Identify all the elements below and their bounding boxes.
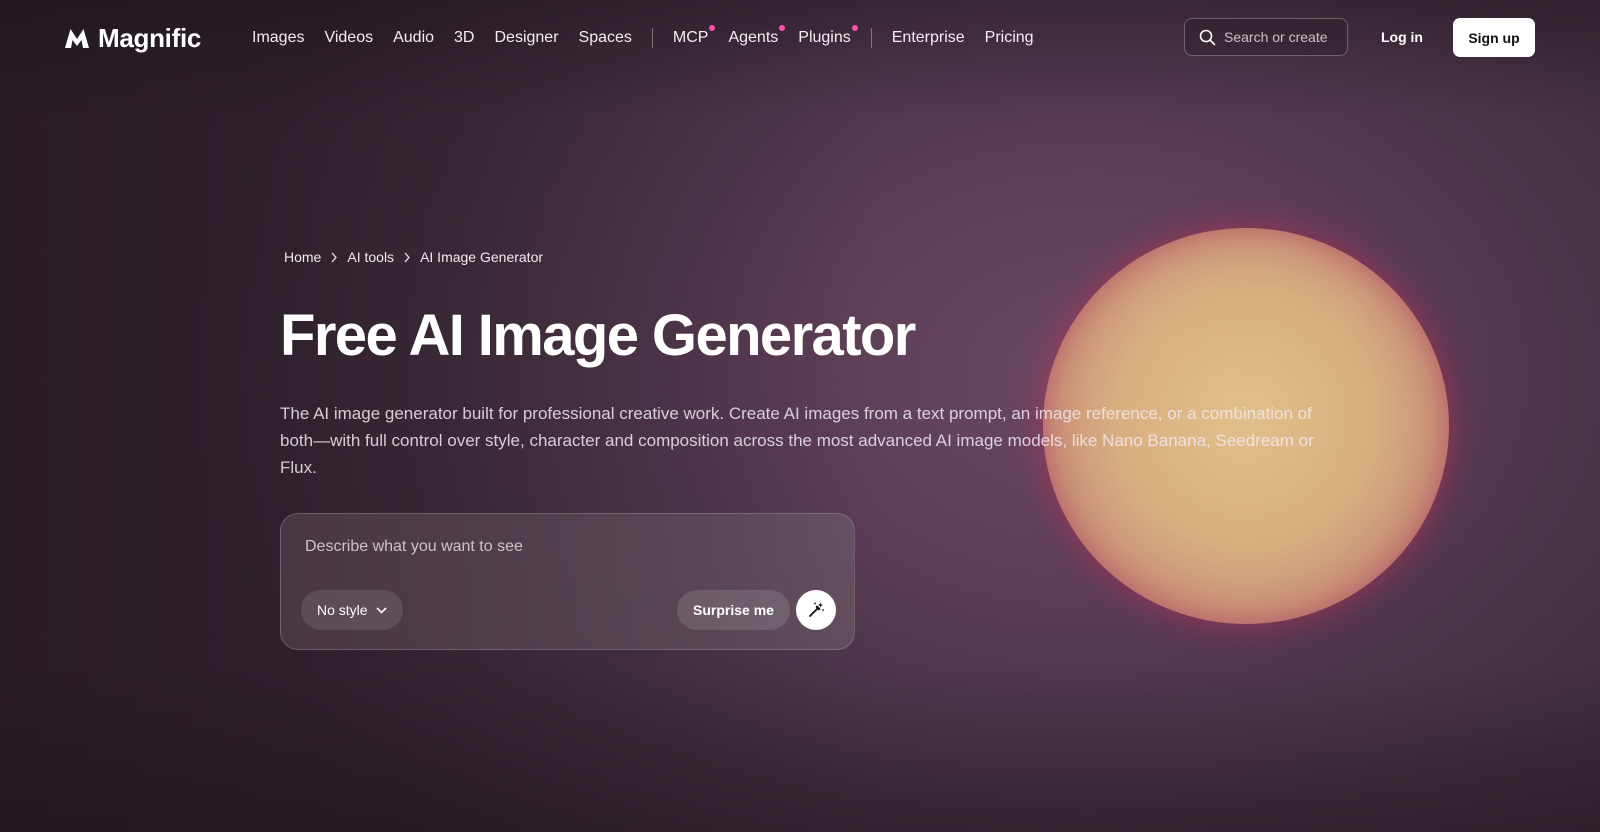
nav-link-3d[interactable]: 3D <box>454 29 474 47</box>
login-button[interactable]: Log in <box>1366 18 1438 56</box>
nav-link-enterprise[interactable]: Enterprise <box>892 29 965 47</box>
prompt-input[interactable] <box>303 534 827 560</box>
style-dropdown-label: No style <box>317 602 368 618</box>
search-label: Search or create <box>1224 29 1328 45</box>
magnific-logo-icon <box>65 29 89 48</box>
new-indicator-dot <box>851 25 858 31</box>
nav-link-designer[interactable]: Designer <box>494 29 558 47</box>
prompt-panel: No style Surprise me <box>280 513 855 650</box>
nav-link-videos[interactable]: Videos <box>324 29 373 47</box>
nav-link-label: Plugins <box>798 29 851 46</box>
style-dropdown[interactable]: No style <box>301 590 403 630</box>
new-indicator-dot <box>709 25 716 31</box>
nav-link-label: MCP <box>672 29 709 46</box>
nav-link-plugins[interactable]: Plugins <box>798 25 858 47</box>
nav-link-mcp[interactable]: MCP <box>672 25 716 47</box>
signup-button[interactable]: Sign up <box>1453 18 1535 57</box>
nav-link-agents[interactable]: Agents <box>728 25 786 47</box>
breadcrumb: Home AI tools AI Image Generator <box>284 249 543 265</box>
nav-divider <box>651 28 653 48</box>
nav-link-audio[interactable]: Audio <box>393 29 434 47</box>
nav-divider <box>870 28 872 48</box>
brand-name: Magnific <box>98 22 202 53</box>
search-icon <box>1199 29 1216 45</box>
search-button[interactable]: Search or create <box>1184 18 1348 56</box>
nav-link-spaces[interactable]: Spaces <box>579 29 632 47</box>
chevron-right-icon <box>330 252 338 263</box>
page-title: Free AI Image Generator <box>280 303 916 368</box>
nav-link-pricing[interactable]: Pricing <box>985 29 1034 47</box>
surprise-me-button[interactable]: Surprise me <box>677 590 790 630</box>
breadcrumb-current: AI Image Generator <box>420 249 544 265</box>
new-indicator-dot <box>779 25 786 31</box>
chevron-right-icon <box>403 252 411 263</box>
nav-link-label: Agents <box>728 29 779 46</box>
breadcrumb-home[interactable]: Home <box>284 249 321 265</box>
primary-nav: Images Videos Audio 3D Designer Spaces M… <box>252 24 1054 52</box>
generate-button[interactable] <box>796 590 836 630</box>
nav-link-images[interactable]: Images <box>252 29 304 47</box>
chevron-down-icon <box>376 606 387 614</box>
brand-logo[interactable]: Magnific <box>64 22 201 54</box>
top-navigation: Magnific Images Videos Audio 3D Designer… <box>0 0 1600 76</box>
hero-description: The AI image generator built for profess… <box>280 404 1314 477</box>
magic-wand-icon <box>809 602 824 617</box>
breadcrumb-ai-tools[interactable]: AI tools <box>347 249 394 265</box>
